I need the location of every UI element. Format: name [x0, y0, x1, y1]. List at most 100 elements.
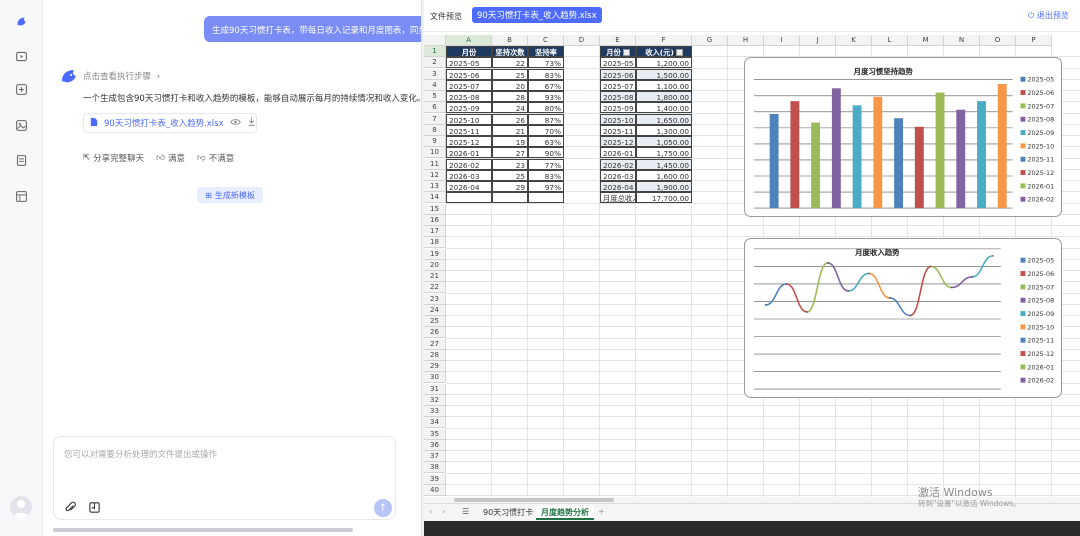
column-header[interactable]: G	[692, 35, 728, 46]
table-cell[interactable]: 2025-11	[600, 124, 636, 136]
table-cell[interactable]: 1,450.00	[636, 158, 692, 170]
row-header[interactable]: 39	[424, 473, 446, 485]
share-chat-button[interactable]: ⇱ 分享完整聊天	[83, 152, 144, 164]
row-header[interactable]: 1	[424, 46, 446, 57]
column-header[interactable]: M	[908, 35, 944, 46]
column-header[interactable]: C	[528, 35, 564, 46]
row-header[interactable]: 11	[424, 158, 446, 170]
book-icon[interactable]	[88, 501, 101, 517]
dislike-button[interactable]: 👎︎ 不满意	[197, 152, 234, 164]
row-header[interactable]: 13	[424, 181, 446, 192]
row-header[interactable]: 24	[424, 304, 446, 316]
table-cell[interactable]: 83%	[528, 169, 564, 181]
sheet-tab-checkin[interactable]: 90天习惯打卡	[478, 506, 538, 520]
table-cell[interactable]: 2026-04	[446, 181, 492, 192]
table-cell[interactable]: 70%	[528, 124, 564, 136]
scroll-thumb[interactable]	[454, 498, 614, 502]
table-cell[interactable]: 2026-02	[446, 158, 492, 170]
chat-input-box[interactable]: 您可以对需要分析处理的文件提出或操作 ↑	[53, 436, 396, 520]
column-header[interactable]: K	[836, 35, 872, 46]
table-cell[interactable]: 2026-01	[600, 147, 636, 159]
row-header[interactable]: 25	[424, 316, 446, 327]
table-cell[interactable]: 1,600.00	[636, 169, 692, 181]
total-label-cell[interactable]: 月度总收入	[600, 192, 636, 204]
column-header[interactable]: E	[600, 35, 636, 46]
row-header[interactable]: 22	[424, 282, 446, 294]
row-header[interactable]: 15	[424, 203, 446, 215]
column-header[interactable]: A	[446, 35, 492, 46]
chat-horizontal-scrollbar[interactable]	[53, 528, 353, 532]
table-cell[interactable]: 1,750.00	[636, 147, 692, 159]
row-header[interactable]: 35	[424, 428, 446, 440]
select-all-corner[interactable]	[424, 35, 446, 46]
column-header[interactable]: L	[872, 35, 908, 46]
table-cell[interactable]: 87%	[528, 113, 564, 125]
table-cell[interactable]: 22	[492, 57, 528, 69]
row-header[interactable]: 10	[424, 147, 446, 159]
row-header[interactable]: 19	[424, 248, 446, 260]
row-header[interactable]: 6	[424, 102, 446, 114]
sheet-list-icon[interactable]: ☰	[462, 507, 469, 516]
column-header[interactable]: N	[944, 35, 980, 46]
row-header[interactable]: 36	[424, 439, 446, 451]
table-cell[interactable]: 2026-03	[600, 169, 636, 181]
row-header[interactable]: 8	[424, 124, 446, 136]
table-cell[interactable]: 27	[492, 147, 528, 159]
row-header[interactable]: 40	[424, 484, 446, 496]
column-header[interactable]: P	[1016, 35, 1052, 46]
table-cell[interactable]	[528, 192, 564, 204]
table-cell[interactable]: 63%	[528, 136, 564, 147]
row-header[interactable]: 17	[424, 226, 446, 237]
table-cell[interactable]: 25	[492, 68, 528, 80]
table-cell[interactable]: 2025-09	[446, 102, 492, 114]
table-cell[interactable]: 2025-08	[446, 91, 492, 102]
row-header[interactable]: 4	[424, 79, 446, 91]
row-header[interactable]: 28	[424, 349, 446, 361]
table-cell[interactable]: 23	[492, 158, 528, 170]
filter-dropdown-icon[interactable]	[622, 48, 630, 56]
table-cell[interactable]: 1,200.00	[636, 57, 692, 69]
like-button[interactable]: 👍︎ 满意	[156, 152, 185, 164]
row-header[interactable]: 2	[424, 57, 446, 69]
row-header[interactable]: 21	[424, 271, 446, 282]
prev-sheet-icon[interactable]: ‹	[429, 507, 432, 516]
table-cell[interactable]: 2025-09	[600, 102, 636, 114]
table-header-cell[interactable]: 坚持次数	[492, 46, 528, 57]
table-header-cell[interactable]: 月份	[600, 46, 636, 57]
table-header-cell[interactable]: 坚持率	[528, 46, 564, 57]
table-cell[interactable]: 67%	[528, 79, 564, 91]
column-header[interactable]: O	[980, 35, 1016, 46]
exit-preview-button[interactable]: ⏻ 退出预览	[1028, 10, 1069, 21]
row-header[interactable]: 32	[424, 394, 446, 406]
preview-eye-icon[interactable]	[229, 118, 241, 129]
app-logo-icon[interactable]	[14, 14, 28, 28]
download-icon[interactable]	[247, 117, 256, 129]
table-cell[interactable]: 1,800.00	[636, 91, 692, 102]
table-cell[interactable]: 28	[492, 91, 528, 102]
table-cell[interactable]: 93%	[528, 91, 564, 102]
table-cell[interactable]: 1,500.00	[636, 68, 692, 80]
row-header[interactable]: 26	[424, 327, 446, 339]
table-cell[interactable]: 2025-07	[600, 79, 636, 91]
user-avatar[interactable]	[10, 496, 32, 518]
generate-template-button[interactable]: ⊞ 生成新模板	[197, 187, 263, 203]
table-header-cell[interactable]: 月份	[446, 46, 492, 57]
table-cell[interactable]: 2025-10	[446, 113, 492, 125]
table-cell[interactable]: 26	[492, 113, 528, 125]
row-header[interactable]: 27	[424, 338, 446, 350]
table-cell[interactable]	[446, 192, 492, 204]
table-cell[interactable]: 2026-01	[446, 147, 492, 159]
table-cell[interactable]: 1,900.00	[636, 181, 692, 192]
table-cell[interactable]: 19	[492, 136, 528, 147]
row-header[interactable]: 29	[424, 361, 446, 372]
table-cell[interactable]: 97%	[528, 181, 564, 192]
table-cell[interactable]: 25	[492, 169, 528, 181]
table-cell[interactable]: 77%	[528, 158, 564, 170]
row-header[interactable]: 30	[424, 372, 446, 384]
column-header[interactable]: J	[800, 35, 836, 46]
row-header[interactable]: 5	[424, 91, 446, 102]
table-cell[interactable]: 1,400.00	[636, 102, 692, 114]
row-header[interactable]: 38	[424, 462, 446, 474]
row-header[interactable]: 33	[424, 406, 446, 417]
close-icon[interactable]: ✕	[601, 10, 608, 20]
